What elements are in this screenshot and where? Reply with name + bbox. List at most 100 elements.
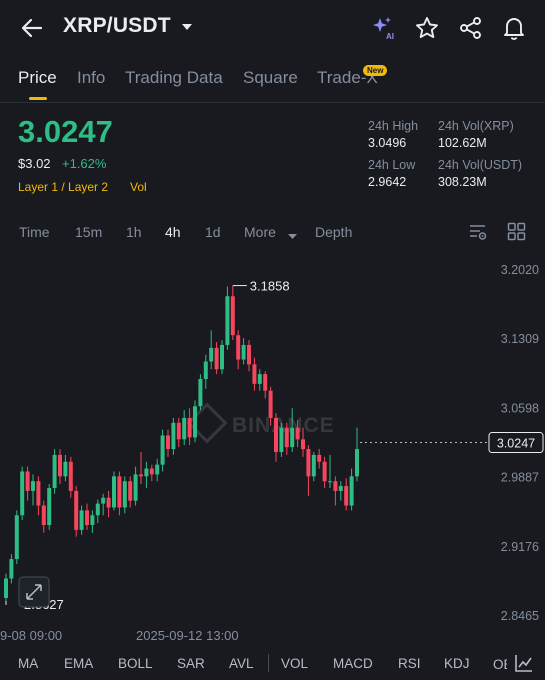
- indicator-vol[interactable]: VOL: [281, 656, 308, 671]
- pair-dropdown-caret-icon[interactable]: [180, 20, 194, 32]
- tab-price[interactable]: Price: [18, 68, 57, 88]
- interval-1d[interactable]: 1d: [205, 224, 221, 240]
- candle-body: [225, 296, 230, 345]
- x-label-start: 9-08 09:00: [0, 628, 62, 643]
- candle-body: [122, 481, 127, 508]
- interval-4h[interactable]: 4h: [165, 224, 181, 240]
- candle-body: [333, 481, 338, 491]
- candle-body: [263, 374, 268, 391]
- y-tick-label: 2.9887: [501, 471, 539, 485]
- tab-square[interactable]: Square: [243, 68, 298, 88]
- candle-body: [63, 461, 68, 477]
- stat-low-value: 2.9642: [368, 175, 407, 189]
- indicator-avl[interactable]: AVL: [229, 656, 254, 671]
- candle-body: [31, 481, 35, 491]
- candle-body: [9, 559, 14, 579]
- layout-grid-icon[interactable]: [507, 222, 526, 246]
- candle-body: [155, 464, 160, 475]
- candle-body: [68, 461, 73, 491]
- candle-body: [20, 471, 25, 516]
- candle-body: [171, 422, 176, 450]
- interval-depth[interactable]: Depth: [315, 224, 352, 240]
- indicator-divider: [268, 654, 269, 672]
- indicator-kdj[interactable]: KDJ: [444, 656, 470, 671]
- stat-vol-usdt-label: 24h Vol(USDT): [438, 158, 523, 172]
- stat-vol-usdt-value: 308.23M: [438, 175, 487, 189]
- candlestick-chart[interactable]: BINANCE 3.2020 3.1309 3.0598 2.9887 2.9176 2.…: [0, 252, 545, 652]
- candle-body: [322, 461, 327, 482]
- candle-body: [209, 347, 214, 362]
- back-arrow-icon[interactable]: [18, 14, 46, 42]
- expand-chart-button[interactable]: [18, 576, 50, 608]
- vol-tag[interactable]: Vol: [130, 180, 147, 194]
- candle-body: [144, 468, 149, 477]
- candle-body: [14, 515, 19, 560]
- candle-body: [101, 497, 106, 504]
- indicator-ma[interactable]: MA: [18, 656, 38, 671]
- candle-body: [257, 374, 262, 384]
- y-tick-label: 2.8465: [501, 609, 539, 623]
- stat-vol-xrp-value: 102.62M: [438, 136, 487, 150]
- candle-body: [306, 449, 311, 477]
- candle-body: [279, 427, 284, 453]
- indicator-rsi[interactable]: RSI: [398, 656, 421, 671]
- interval-more[interactable]: More: [244, 224, 276, 240]
- pair-title[interactable]: XRP/USDT: [63, 14, 171, 38]
- y-tick-label: 3.2020: [501, 263, 539, 277]
- stat-high-label: 24h High: [368, 119, 419, 133]
- candle-body: [4, 578, 8, 598]
- category-tag[interactable]: Layer 1 / Layer 2: [18, 180, 108, 194]
- tabs-divider: [0, 102, 545, 103]
- candle-body: [252, 364, 257, 384]
- tab-trading-data[interactable]: Trading Data: [125, 68, 223, 88]
- candle-body: [355, 449, 359, 477]
- candle-body: [176, 422, 181, 440]
- tab-info[interactable]: Info: [77, 68, 105, 88]
- candle-body: [106, 497, 111, 508]
- last-price: 3.0247: [18, 114, 113, 149]
- candle-body: [166, 435, 170, 450]
- candle-body: [236, 335, 241, 360]
- candle-body: [311, 454, 316, 477]
- candle-body: [133, 474, 138, 501]
- star-favorite-icon[interactable]: [414, 15, 440, 41]
- chart-settings-icon[interactable]: [468, 222, 488, 247]
- binance-watermark: BINANCE: [186, 402, 334, 444]
- candle-body: [58, 454, 62, 477]
- indicator-boll[interactable]: BOLL: [118, 656, 153, 671]
- candle-body: [247, 344, 251, 365]
- svg-text:AI: AI: [386, 32, 394, 41]
- indicator-macd[interactable]: MACD: [333, 656, 373, 671]
- share-icon[interactable]: [458, 15, 484, 41]
- indicator-ema[interactable]: EMA: [64, 656, 93, 671]
- stat-high-value: 3.0496: [368, 136, 407, 150]
- more-dropdown-caret-icon[interactable]: [287, 228, 298, 246]
- candle-body: [74, 490, 79, 530]
- indicator-sar[interactable]: SAR: [177, 656, 205, 671]
- top-bar: XRP/USDT AI: [0, 0, 545, 56]
- candle-body: [203, 361, 208, 380]
- candle-body: [214, 347, 219, 370]
- candle-body: [317, 454, 322, 462]
- candle-body: [149, 468, 154, 475]
- ai-sparkle-icon[interactable]: AI: [370, 15, 396, 41]
- candle-body: [85, 510, 89, 525]
- candle-body: [112, 476, 116, 508]
- candle-body: [230, 296, 235, 336]
- interval-time[interactable]: Time: [19, 224, 50, 240]
- bell-notification-icon[interactable]: [501, 15, 527, 41]
- candles-group: [4, 285, 359, 601]
- new-badge: New: [363, 65, 388, 76]
- candle-body: [41, 505, 46, 525]
- candle-body: [90, 515, 95, 525]
- candle-body: [52, 454, 57, 489]
- x-label-mid: 2025-09-12 13:00: [136, 628, 239, 643]
- indicator-obv[interactable]: OBV: [493, 657, 507, 672]
- candle-body: [139, 474, 143, 477]
- candle-body: [301, 439, 305, 450]
- interval-1h[interactable]: 1h: [126, 224, 142, 240]
- indicator-chart-icon[interactable]: [514, 653, 534, 678]
- interval-15m[interactable]: 15m: [75, 224, 102, 240]
- usd-price: $3.02: [18, 156, 51, 171]
- candle-body: [241, 344, 246, 360]
